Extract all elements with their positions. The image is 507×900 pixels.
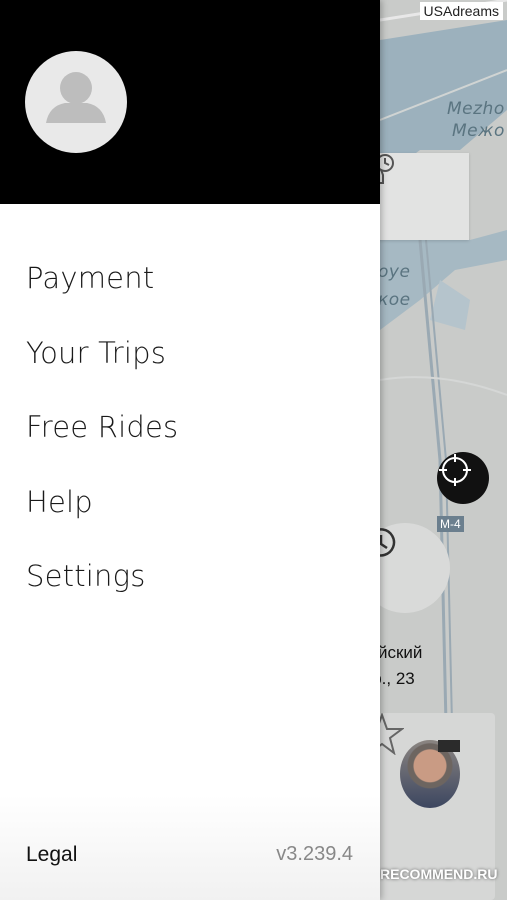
recommend-watermark: i RECOMMEND.RU bbox=[360, 866, 497, 882]
site-watermark: USAdreams bbox=[419, 2, 503, 20]
drawer-footer: Legal v3.239.4 bbox=[0, 795, 380, 900]
map-place-label: оуе bbox=[378, 262, 411, 282]
menu-item-settings[interactable]: Settings bbox=[0, 539, 380, 614]
car-image bbox=[438, 740, 460, 752]
drawer-header bbox=[0, 0, 380, 204]
menu-item-help[interactable]: Help bbox=[0, 465, 380, 540]
app-version: v3.239.4 bbox=[276, 843, 353, 865]
road-badge: M-4 bbox=[437, 516, 464, 532]
menu-item-your-trips[interactable]: Your Trips bbox=[0, 316, 380, 391]
map-place-label: Межо bbox=[452, 121, 505, 141]
side-drawer: Payment Your Trips Free Rides Help Setti… bbox=[0, 0, 380, 900]
menu-item-free-rides[interactable]: Free Rides bbox=[0, 390, 380, 465]
drawer-menu: Payment Your Trips Free Rides Help Setti… bbox=[0, 241, 380, 614]
menu-item-payment[interactable]: Payment bbox=[0, 241, 380, 316]
map-place-label: Mezho bbox=[447, 99, 505, 119]
person-icon bbox=[46, 72, 106, 123]
map-place-label: кое bbox=[378, 290, 411, 310]
locate-me-button[interactable] bbox=[437, 452, 489, 504]
legal-link[interactable]: Legal bbox=[26, 843, 77, 867]
recommend-text: RECOMMEND.RU bbox=[380, 866, 498, 882]
avatar[interactable] bbox=[25, 51, 127, 153]
crosshair-icon bbox=[439, 454, 471, 486]
